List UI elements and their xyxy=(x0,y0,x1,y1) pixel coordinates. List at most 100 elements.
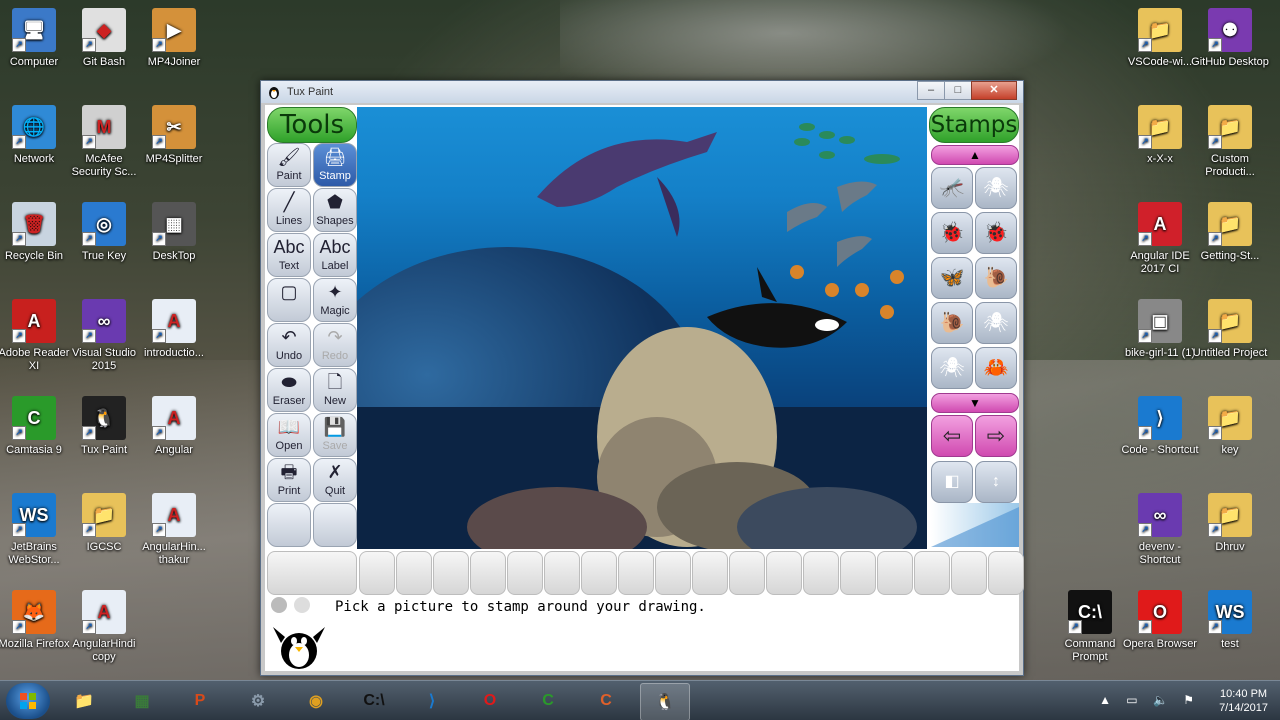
tool-button-redo[interactable]: ↷ Redo xyxy=(313,323,357,367)
stamp-item[interactable]: 🦀 xyxy=(975,347,1017,389)
desktop-icon[interactable]: ⟩ ↗ Code - Shortcut xyxy=(1120,396,1200,457)
desktop-icon[interactable]: WS ↗ JetBrains WebStor... xyxy=(0,493,74,567)
color-swatch[interactable] xyxy=(655,551,691,595)
stamp-item[interactable]: 🦋 xyxy=(931,257,973,299)
color-swatch[interactable] xyxy=(692,551,728,595)
tool-button-text[interactable]: Abc Text xyxy=(267,233,311,277)
desktop-icon[interactable]: 📁 ↗ Untitled Project xyxy=(1190,299,1270,360)
stamp-item[interactable]: 🦟 xyxy=(931,167,973,209)
desktop-icon[interactable]: A ↗ AngularHindi copy xyxy=(64,590,144,664)
tool-button-quit[interactable]: ✗ Quit xyxy=(313,458,357,502)
desktop-icon[interactable]: A ↗ Angular xyxy=(134,396,214,457)
desktop-icon[interactable]: 📁 ↗ VSCode-wi... xyxy=(1120,8,1200,69)
system-tray[interactable]: ▲ ▭ 🔈 ⚑ xyxy=(1099,693,1200,707)
desktop-icon[interactable]: WS ↗ test xyxy=(1190,590,1270,651)
tool-button-fill[interactable]: ▢ xyxy=(267,278,311,322)
tool-button-magic[interactable]: ✦ Magic xyxy=(313,278,357,322)
stamp-item[interactable]: 🕷 xyxy=(975,302,1017,344)
tool-button-paint[interactable]: 🖌 Paint xyxy=(267,143,311,187)
stamp-prev-button[interactable]: ⇦ xyxy=(931,415,973,457)
tool-button-save[interactable]: 💾 Save xyxy=(313,413,357,457)
desktop-icon[interactable]: ◆ ↗ Git Bash xyxy=(64,8,144,69)
stamp-next-button[interactable]: ⇨ xyxy=(975,415,1017,457)
desktop-icon[interactable]: 📁 ↗ Dhruv xyxy=(1190,493,1270,554)
desktop-icon[interactable]: ∞ ↗ Visual Studio 2015 xyxy=(64,299,144,373)
color-swatch[interactable] xyxy=(618,551,654,595)
speaker-icon[interactable] xyxy=(271,597,287,613)
color-swatch[interactable] xyxy=(951,551,987,595)
desktop-icon[interactable]: ▶ ↗ MP4Joiner xyxy=(134,8,214,69)
desktop-icon[interactable]: M ↗ McAfee Security Sc... xyxy=(64,105,144,179)
desktop-icon[interactable]: 📁 ↗ Getting-St... xyxy=(1190,202,1270,263)
desktop-icon[interactable]: O ↗ Opera Browser xyxy=(1120,590,1200,651)
desktop-icon[interactable]: C:\ ↗ Command Prompt xyxy=(1050,590,1130,664)
color-swatch[interactable] xyxy=(359,551,395,595)
tool-button-eraser[interactable]: ⬬ Eraser xyxy=(267,368,311,412)
taskbar-tux-paint-button[interactable]: 🐧 xyxy=(640,683,690,720)
color-swatch[interactable] xyxy=(840,551,876,595)
desktop-icon[interactable]: ∞ ↗ devenv - Shortcut xyxy=(1120,493,1200,567)
desktop-icon[interactable]: 📁 ↗ x-X-x xyxy=(1120,105,1200,166)
color-swatch[interactable] xyxy=(507,551,543,595)
desktop-icon[interactable]: 🦊 ↗ Mozilla Firefox xyxy=(0,590,74,651)
color-swatch[interactable] xyxy=(729,551,765,595)
stamp-size-slider[interactable] xyxy=(931,503,1019,547)
stamp-item[interactable]: 🐞 xyxy=(931,212,973,254)
taskbar-camtasia-recorder-button[interactable]: C xyxy=(582,683,630,719)
stamp-item[interactable]: 🕷 xyxy=(975,167,1017,209)
tool-button-undo[interactable]: ↶ Undo xyxy=(267,323,311,367)
stamp-item[interactable]: 🐞 xyxy=(975,212,1017,254)
tool-button-new[interactable]: 🗋 New xyxy=(313,368,357,412)
taskbar-chrome-button[interactable]: ◉ xyxy=(292,683,340,719)
tool-button-lines[interactable]: ╱ Lines xyxy=(267,188,311,232)
taskbar-task-manager-button[interactable]: ▦ xyxy=(118,683,166,719)
desktop-icon[interactable]: 🖥 ↗ Computer xyxy=(0,8,74,69)
taskbar-powerpoint-button[interactable]: P xyxy=(176,683,224,719)
color-swatch[interactable] xyxy=(396,551,432,595)
desktop-icon[interactable]: 🗑 ↗ Recycle Bin xyxy=(0,202,74,263)
maximize-button[interactable]: □ xyxy=(944,81,972,100)
drawing-canvas[interactable] xyxy=(357,107,927,549)
color-swatch[interactable] xyxy=(988,551,1024,595)
desktop-icon[interactable]: A ↗ AngularHin... thakur xyxy=(134,493,214,567)
desktop-icon[interactable]: 📁 ↗ IGCSC xyxy=(64,493,144,554)
color-swatch[interactable] xyxy=(470,551,506,595)
stamps-scroll-down-button[interactable]: ▼ xyxy=(931,393,1019,413)
stamp-item[interactable]: 🐌 xyxy=(975,257,1017,299)
taskbar-vscode-button[interactable]: ⟩ xyxy=(408,683,456,719)
desktop-icon[interactable]: 🐧 ↗ Tux Paint xyxy=(64,396,144,457)
close-button[interactable]: ✕ xyxy=(971,81,1017,100)
desktop-icon[interactable]: A ↗ introductio... xyxy=(134,299,214,360)
desktop-icon[interactable]: ◎ ↗ True Key xyxy=(64,202,144,263)
desktop-icon[interactable]: ✂ ↗ MP4Splitter xyxy=(134,105,214,166)
tool-button-shapes[interactable]: ⬟ Shapes xyxy=(313,188,357,232)
color-swatch[interactable] xyxy=(433,551,469,595)
stamp-item[interactable]: 🕷 xyxy=(931,347,973,389)
minimize-button[interactable]: – xyxy=(917,81,945,100)
color-swatch[interactable] xyxy=(544,551,580,595)
taskbar-opera-button[interactable]: O xyxy=(466,683,514,719)
tool-button-print[interactable]: 🖶 Print xyxy=(267,458,311,502)
tool-button-stamp[interactable]: 🖨 Stamp xyxy=(313,143,357,187)
color-swatch[interactable] xyxy=(877,551,913,595)
taskbar-camtasia-button[interactable]: C xyxy=(524,683,572,719)
taskbar-explorer-button[interactable]: 📁 xyxy=(60,683,108,719)
stamps-scroll-up-button[interactable]: ▲ xyxy=(931,145,1019,165)
taskbar-cmd-button[interactable]: C:\ xyxy=(350,683,398,719)
color-swatch[interactable] xyxy=(803,551,839,595)
desktop-icon[interactable]: C ↗ Camtasia 9 xyxy=(0,396,74,457)
desktop-icon[interactable]: ▦ ↗ DeskTop xyxy=(134,202,214,263)
window-titlebar[interactable]: Tux Paint – □ ✕ xyxy=(261,81,1023,103)
desktop-icon[interactable]: A ↗ Adobe Reader XI xyxy=(0,299,74,373)
stamp-mirror-button[interactable]: ◧ xyxy=(931,461,973,503)
taskbar-settings-button[interactable]: ⚙ xyxy=(234,683,282,719)
desktop-icon[interactable]: 📁 ↗ Custom Producti... xyxy=(1190,105,1270,179)
color-swatch[interactable] xyxy=(914,551,950,595)
mute-icon[interactable] xyxy=(294,597,311,613)
stamp-flip-button[interactable]: ↕ xyxy=(975,461,1017,503)
start-button[interactable] xyxy=(6,683,50,719)
color-swatch[interactable] xyxy=(581,551,617,595)
desktop-icon[interactable]: 🌐 ↗ Network xyxy=(0,105,74,166)
desktop-icon[interactable]: A ↗ Angular IDE 2017 CI xyxy=(1120,202,1200,276)
tool-button-open[interactable]: 📖 Open xyxy=(267,413,311,457)
